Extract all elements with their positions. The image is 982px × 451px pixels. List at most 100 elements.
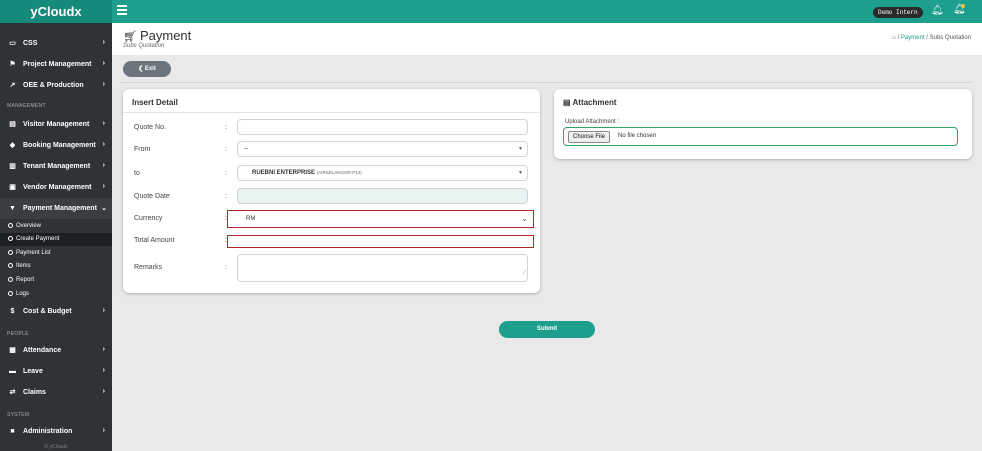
flag-icon: ⚑ [9, 61, 16, 68]
caret-down-icon: ▾ [518, 170, 522, 176]
quote-date-input[interactable] [237, 188, 528, 204]
resize-handle-icon[interactable]: ∕ [524, 266, 525, 280]
sidebar-item-claims[interactable]: ⇄ Claims › [0, 382, 112, 403]
sidebar-sub-create-payment[interactable]: Create Payment [0, 233, 112, 246]
breadcrumb-link-payment[interactable]: Payment [901, 35, 925, 41]
sidebar-sub-label: Report [16, 277, 35, 283]
sidebar-item-label: Booking Management [23, 142, 96, 149]
circle-icon [8, 290, 13, 296]
total-amount-label: Total Amount [134, 237, 175, 244]
quote-no-input[interactable] [237, 119, 528, 135]
chevron-right-icon: › [102, 120, 105, 127]
submit-button[interactable]: Submit [499, 321, 595, 338]
exit-button[interactable]: ❮ Exit [123, 61, 171, 77]
sidebar-item-label: Vendor Management [23, 184, 92, 191]
notification-dot-icon [961, 4, 965, 8]
chevron-right-icon: › [102, 141, 105, 148]
circle-icon [8, 262, 13, 268]
chevron-right-icon: › [102, 427, 105, 434]
quote-date-label: Quote Date [134, 193, 170, 200]
sidebar-item-payment-management[interactable]: ▼ Payment Management ⌄ [0, 198, 112, 219]
currency-label: Currency [134, 215, 163, 222]
vendor-card-icon: ▣ [9, 184, 16, 191]
colon: : [225, 146, 227, 153]
breadcrumb-separator: / [897, 35, 900, 41]
currency-select[interactable]: RM ⌄ [227, 210, 534, 228]
attachment-card: ▤ Attachment Upload Attachment : Choose … [554, 89, 972, 159]
alert-bell-icon[interactable]: 🔔︎ [953, 4, 966, 16]
sidebar-item-label: Claims [23, 389, 46, 396]
file-status-text: No file chosen [618, 133, 657, 139]
sidebar-sub-items[interactable]: Items [0, 260, 112, 273]
user-badge[interactable]: Demo Intern [873, 7, 923, 18]
chevron-right-icon: › [102, 307, 105, 314]
building-icon: ▥ [9, 163, 16, 170]
circle-icon [8, 222, 13, 228]
sidebar-item-visitor-management[interactable]: ▤ Visitor Management › [0, 114, 112, 135]
sidebar-item-leave[interactable]: ▬ Leave › [0, 361, 112, 382]
sidebar-sub-overview[interactable]: Overview [0, 220, 112, 233]
exit-label: Exit [144, 66, 156, 72]
sidebar-sub-payment-list[interactable]: Payment List [0, 247, 112, 260]
chevron-down-icon: ⌄ [521, 214, 528, 223]
chart-line-icon: ↗ [9, 82, 16, 89]
from-select-value: -- [244, 146, 248, 152]
choose-file-button[interactable]: Choose File [568, 131, 611, 143]
breadcrumb: ⌂ / Payment / Subs Quotation [892, 35, 971, 41]
caret-down-icon: ▾ [518, 146, 522, 152]
total-amount-input[interactable] [227, 235, 534, 248]
sidebar-item-cost-budget[interactable]: $ Cost & Budget › [0, 301, 112, 322]
sidebar-sub-label: Create Payment [16, 236, 60, 242]
sidebar-item-label: Visitor Management [23, 121, 90, 128]
dollar-icon: $ [10, 308, 15, 315]
top-bar: yCloudx Demo Intern 🔔︎ 🔔︎ [0, 0, 982, 23]
sidebar-item-css[interactable]: ▭ CSS › [0, 33, 112, 54]
sidebar-sub-label: Items [16, 263, 31, 269]
page-title: 🛒︎ Payment [123, 28, 191, 43]
page-header: 🛒︎ Payment Subs Quotation ⌂ / Payment / S… [112, 23, 982, 55]
file-input[interactable]: Choose File No file chosen [563, 127, 958, 146]
sidebar-item-attendance[interactable]: ▦ Attendance › [0, 340, 112, 361]
sidebar-item-vendor-management[interactable]: ▣ Vendor Management › [0, 177, 112, 198]
sidebar-sub-report[interactable]: Report [0, 274, 112, 287]
to-select[interactable]: RUEBNI ENTERPRISE (AIRSELANGOR-P14) ▾ [237, 165, 528, 181]
sidebar-footer: © yCloudx [44, 444, 68, 450]
chevron-left-icon: ❮ [138, 66, 144, 72]
exchange-icon: ⇄ [9, 389, 16, 396]
sidebar-item-booking-management[interactable]: ◆ Booking Management › [0, 135, 112, 156]
attachment-title-text: Attachment [572, 98, 617, 107]
sidebar-sub-logs[interactable]: Logs [0, 288, 112, 301]
sidebar-item-label: OEE & Production [23, 82, 84, 89]
circle-icon [8, 235, 13, 241]
tag-icon: ◆ [9, 142, 16, 149]
chevron-right-icon: › [102, 81, 105, 88]
remarks-textarea[interactable]: ∕ [237, 254, 528, 282]
sidebar-item-administration[interactable]: ■ Administration › [0, 421, 112, 442]
notification-bell-icon[interactable]: 🔔︎ [931, 5, 944, 17]
to-label: to [134, 170, 140, 177]
breadcrumb-current: Subs Quotation [929, 35, 971, 41]
sidebar-item-oee-production[interactable]: ↗ OEE & Production › [0, 75, 112, 96]
breadcrumb-separator: / [926, 35, 928, 41]
to-select-note: (AIRSELANGOR-P14) [316, 170, 362, 175]
page-title-text: Payment [139, 28, 192, 43]
brand-logo[interactable]: yCloudx [0, 0, 112, 23]
sidebar-item-project-management[interactable]: ⚑ Project Management › [0, 54, 112, 75]
sidebar-item-label: CSS [23, 40, 38, 47]
attachment-title: ▤ Attachment [563, 98, 617, 107]
remarks-label: Remarks [134, 264, 163, 271]
sidebar-item-label: Cost & Budget [23, 308, 72, 315]
insert-detail-card: Insert Detail Quote No. : From : -- ▾ to… [123, 89, 540, 293]
sidebar-sub-label: Logs [16, 291, 30, 297]
page-subtitle: Subs Quotation [123, 43, 165, 49]
hamburger-menu-icon[interactable] [117, 5, 127, 17]
sidebar-item-tenant-management[interactable]: ▥ Tenant Management › [0, 156, 112, 177]
section-management: MANAGEMENT [7, 103, 46, 109]
chevron-right-icon: › [102, 60, 105, 67]
home-icon[interactable]: ⌂ [892, 35, 896, 41]
from-select[interactable]: -- ▾ [237, 141, 528, 157]
admin-icon: ■ [10, 428, 15, 435]
chevron-right-icon: › [102, 162, 105, 169]
section-people: PEOPLE [7, 331, 29, 337]
chevron-right-icon: › [102, 183, 105, 190]
